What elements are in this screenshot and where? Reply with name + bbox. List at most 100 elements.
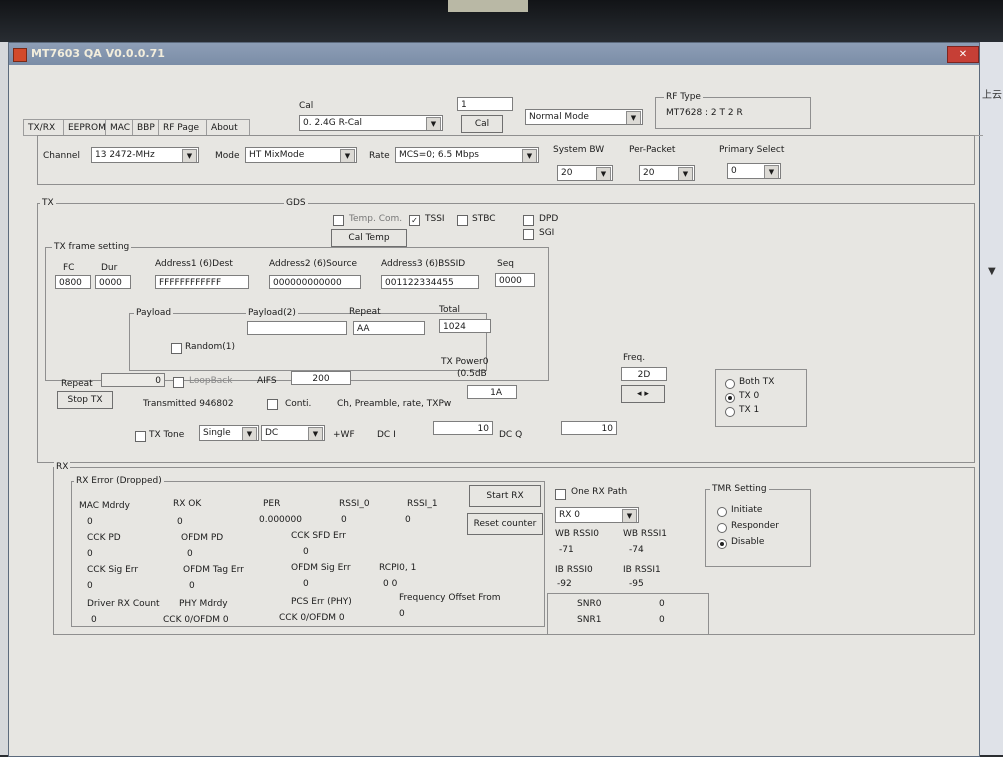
ofdm-sig-label: OFDM Sig Err xyxy=(291,563,351,573)
rate-select[interactable]: MCS=0; 6.5 Mbps ▼ xyxy=(395,147,539,163)
freq-input[interactable]: 2D xyxy=(621,367,667,381)
ib-rssi0-label: IB RSSI0 xyxy=(555,565,593,575)
cck-sfd-value: 0 xyxy=(303,547,309,557)
address2-input[interactable]: 000000000000 xyxy=(269,275,361,289)
cal-select[interactable]: 0. 2.4G R-Cal ▼ xyxy=(299,115,443,131)
tab-eeprom[interactable]: EEPROM xyxy=(63,119,111,136)
initiate-radio[interactable] xyxy=(717,507,727,517)
total-input[interactable]: 1024 xyxy=(439,319,491,333)
address1-input[interactable]: FFFFFFFFFFFF xyxy=(155,275,249,289)
dcq-label: DC Q xyxy=(499,430,523,440)
primary-select[interactable]: 0 ▼ xyxy=(727,163,781,179)
stbc-checkbox[interactable] xyxy=(457,215,468,226)
address3-input[interactable]: 001122334455 xyxy=(381,275,479,289)
cck-sfd-label: CCK SFD Err xyxy=(291,531,346,541)
phy-mdrdy-value: CCK 0/OFDM 0 xyxy=(163,615,229,625)
seq-input[interactable]: 0000 xyxy=(495,273,535,287)
temp-com-label: Temp. Com. xyxy=(349,214,403,224)
app-icon xyxy=(13,48,27,62)
tx0-radio[interactable] xyxy=(725,393,735,403)
rssi1-label: RSSI_1 xyxy=(407,499,438,509)
responder-radio[interactable] xyxy=(717,523,727,533)
rx-label: RX xyxy=(54,462,71,472)
dur-input[interactable]: 0000 xyxy=(95,275,131,289)
dpd-checkbox[interactable] xyxy=(523,215,534,226)
per-packet-value: 20 xyxy=(643,168,655,178)
chevron-down-icon: ▼ xyxy=(764,165,779,178)
tone-mode-select[interactable]: Single ▼ xyxy=(199,425,259,441)
cal-temp-button[interactable]: Cal Temp xyxy=(331,229,407,247)
cal-label: Cal xyxy=(299,101,314,111)
tx-tone-checkbox[interactable] xyxy=(135,431,146,442)
fc-label: FC xyxy=(63,263,75,273)
close-button[interactable]: ✕ xyxy=(947,46,979,63)
one-rx-path-label: One RX Path xyxy=(571,487,628,497)
tssi-checkbox[interactable]: ✓ xyxy=(409,215,420,226)
freq-spin-buttons[interactable]: ◂ ▸ xyxy=(621,385,665,403)
tx-tone-label: TX Tone xyxy=(149,430,185,440)
tab-about[interactable]: About xyxy=(206,119,250,136)
system-bw-select[interactable]: 20 ▼ xyxy=(557,165,613,181)
disable-radio[interactable] xyxy=(717,539,727,549)
per-value: 0.000000 xyxy=(259,515,302,525)
ib-rssi0-value: -92 xyxy=(557,579,572,589)
rx-ok-label: RX OK xyxy=(173,499,202,509)
sgi-checkbox[interactable] xyxy=(523,229,534,240)
cck-sig-label: CCK Sig Err xyxy=(87,565,139,575)
tx-power-db-label: (0.5dB xyxy=(457,369,487,379)
chevron-down-icon: ▼ xyxy=(596,167,611,180)
right-strip-label: 上云 xyxy=(982,90,1002,101)
tx-repeat-input[interactable]: 0 xyxy=(101,373,165,387)
channel-select[interactable]: 13 2472-MHz ▼ xyxy=(91,147,199,163)
primary-select-value: 0 xyxy=(731,166,737,176)
cal-select-value: 0. 2.4G R-Cal xyxy=(303,118,363,128)
chevron-down-icon: ▼ xyxy=(308,427,323,440)
tone-dc-select[interactable]: DC ▼ xyxy=(261,425,325,441)
aifs-label: AIFS xyxy=(257,376,277,386)
tx-power-label: TX Power0 xyxy=(441,357,489,367)
ch-preamble-label: Ch, Preamble, rate, TXPw xyxy=(337,399,452,409)
chevron-down-icon: ▼ xyxy=(626,111,641,124)
app-window: MT7603 QA V0.0.0.71 ✕ TX/RX EEPROM MAC B… xyxy=(8,42,983,757)
dci-label: DC I xyxy=(377,430,396,440)
one-rx-path-checkbox[interactable] xyxy=(555,489,566,500)
fc-input[interactable]: 0800 xyxy=(55,275,91,289)
tx1-radio[interactable] xyxy=(725,407,735,417)
payload-repeat-input[interactable]: AA xyxy=(353,321,425,335)
tone-mode-value: Single xyxy=(203,428,231,438)
cck-pd-label: CCK PD xyxy=(87,533,121,543)
cal-button[interactable]: Cal xyxy=(461,115,503,133)
aifs-input[interactable]: 200 xyxy=(291,371,351,385)
payload-label: Payload xyxy=(134,308,174,318)
dci-input[interactable]: 10 xyxy=(433,421,493,435)
disable-label: Disable xyxy=(731,537,765,547)
tab-rf-page[interactable]: RF Page xyxy=(158,119,212,136)
rx-path-select[interactable]: RX 0 ▼ xyxy=(555,507,639,523)
conti-checkbox[interactable] xyxy=(267,399,278,410)
phy-mode-select[interactable]: HT MixMode ▼ xyxy=(245,147,357,163)
seq-label: Seq xyxy=(497,259,514,269)
tx-power-spinner[interactable]: 1A xyxy=(467,385,517,399)
random-checkbox[interactable] xyxy=(171,343,182,354)
dcq-input[interactable]: 10 xyxy=(561,421,617,435)
wb-rssi1-label: WB RSSI1 xyxy=(623,529,667,539)
temp-com-checkbox[interactable] xyxy=(333,215,344,226)
right-background-strip xyxy=(980,42,1003,755)
ofdm-pd-value: 0 xyxy=(187,549,193,559)
tx0-label: TX 0 xyxy=(739,391,760,401)
rf-type-group: RF Type MT7628 : 2 T 2 R xyxy=(655,92,811,129)
start-rx-button[interactable]: Start RX xyxy=(469,485,541,507)
per-packet-select[interactable]: 20 ▼ xyxy=(639,165,695,181)
per-label: PER xyxy=(263,499,281,509)
loopback-checkbox[interactable] xyxy=(173,377,184,388)
responder-label: Responder xyxy=(731,521,779,531)
chevron-down-icon: ▼ xyxy=(426,117,441,130)
mode-select[interactable]: Normal Mode ▼ xyxy=(525,109,643,125)
rate-label: Rate xyxy=(369,151,390,161)
phy-mode-value: HT MixMode xyxy=(249,150,305,160)
payload-input[interactable] xyxy=(247,321,347,335)
reset-counter-button[interactable]: Reset counter xyxy=(467,513,543,535)
both-tx-radio[interactable] xyxy=(725,379,735,389)
stop-tx-button[interactable]: Stop TX xyxy=(57,391,113,409)
cal-input[interactable]: 1 xyxy=(457,97,513,111)
